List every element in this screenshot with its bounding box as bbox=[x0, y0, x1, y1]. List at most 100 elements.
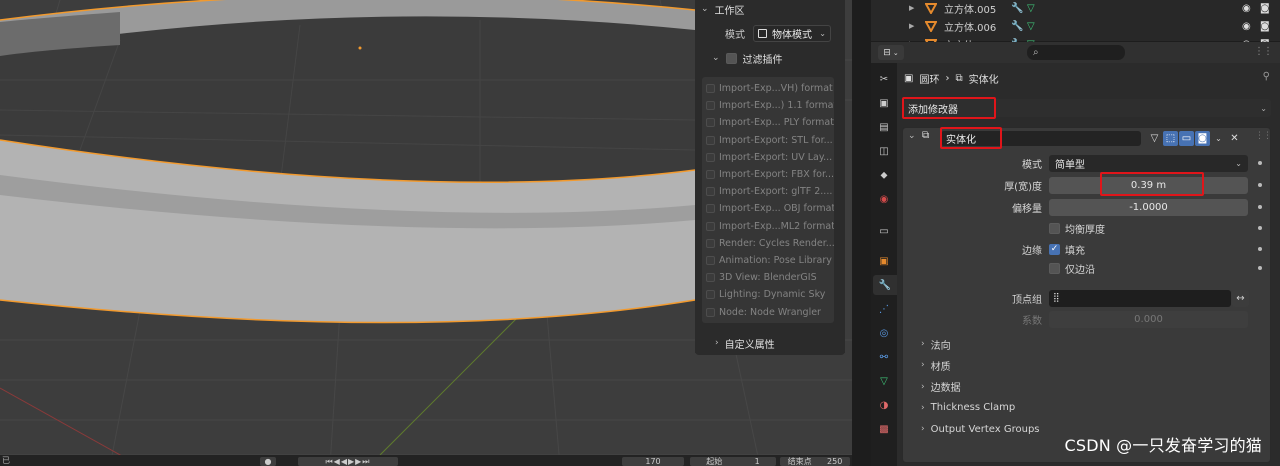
current-frame-field[interactable]: 170 bbox=[622, 457, 684, 466]
subpanel-header[interactable]: › 材质 bbox=[921, 357, 951, 373]
modifier-delete-button[interactable]: ✕ bbox=[1227, 131, 1242, 146]
tab-world[interactable]: ◉ bbox=[873, 189, 895, 209]
chevron-down-icon[interactable]: ⌄ bbox=[908, 131, 916, 141]
editor-type-button[interactable]: ⊟ ⌄ bbox=[878, 45, 904, 60]
addon-checkbox[interactable] bbox=[706, 238, 715, 248]
tab-scene[interactable]: ⬥ bbox=[873, 165, 895, 185]
addon-item[interactable]: Import-Export: FBX for... bbox=[702, 166, 834, 183]
addon-item[interactable]: 3D View: BlenderGIS bbox=[702, 269, 834, 286]
addon-checkbox[interactable] bbox=[706, 101, 715, 111]
addon-item[interactable]: Import-Exp... PLY format bbox=[702, 114, 834, 131]
thickness-field[interactable]: 0.39 m bbox=[1049, 176, 1248, 194]
area-divider[interactable] bbox=[852, 0, 871, 466]
addon-item[interactable]: Import-Export: UV Lay... bbox=[702, 149, 834, 166]
tab-physics[interactable]: ◎ bbox=[873, 323, 895, 343]
addon-checkbox[interactable] bbox=[706, 307, 715, 317]
addon-checkbox[interactable] bbox=[706, 273, 715, 283]
addon-item[interactable]: Node: Node Wrangler bbox=[702, 303, 834, 320]
end-frame-field[interactable]: 结束点 250 bbox=[780, 457, 850, 466]
modifier-menu-button[interactable]: ⌄ bbox=[1211, 131, 1226, 146]
keyframe-dot[interactable] bbox=[1258, 247, 1262, 251]
tab-data[interactable]: ▽ bbox=[873, 371, 895, 391]
addon-item[interactable]: Import-Exp...ML2 format bbox=[702, 218, 834, 235]
subpanel-header[interactable]: › Output Vertex Groups bbox=[921, 421, 1040, 437]
fill-rim-checkbox[interactable]: ✓ 填充 bbox=[1049, 242, 1085, 257]
keyframe-dot[interactable] bbox=[1258, 226, 1262, 230]
workspace-header[interactable]: ⌄ 工作区 bbox=[701, 2, 745, 17]
mesh-data-icon[interactable]: ▽ bbox=[1027, 21, 1035, 32]
drag-handle-icon[interactable]: ⋮⋮ bbox=[1255, 131, 1272, 141]
addon-checkbox[interactable] bbox=[706, 118, 715, 128]
filter-addons-checkbox[interactable] bbox=[725, 52, 737, 64]
mesh-data-icon[interactable]: ▽ bbox=[1027, 3, 1035, 14]
wrench-icon[interactable]: 🔧 bbox=[1011, 21, 1023, 32]
addon-checkbox[interactable] bbox=[706, 255, 715, 265]
drag-handle-icon[interactable]: ⋮⋮ bbox=[1254, 46, 1273, 57]
addon-checkbox[interactable] bbox=[706, 135, 715, 145]
tab-view-layer[interactable]: ◫ bbox=[873, 141, 895, 161]
vertex-group-field[interactable]: ⣿ bbox=[1049, 289, 1231, 307]
subpanel-header[interactable]: › 法向 bbox=[921, 336, 951, 352]
only-rim-checkbox[interactable]: 仅边沿 bbox=[1049, 261, 1095, 276]
add-modifier-dropdown[interactable]: 添加修改器 ⌄ bbox=[904, 99, 1271, 117]
start-frame-field[interactable]: 起始 1 bbox=[690, 457, 776, 466]
even-thickness-checkbox[interactable]: 均衡厚度 bbox=[1049, 221, 1105, 236]
factor-field[interactable]: 0.000 bbox=[1049, 310, 1248, 328]
addon-checkbox[interactable] bbox=[706, 170, 715, 180]
keyframe-dot[interactable] bbox=[1258, 161, 1262, 165]
eye-icon[interactable]: ◉ bbox=[1242, 3, 1251, 14]
addon-item[interactable]: Import-Exp...) 1.1 format bbox=[702, 97, 834, 114]
custom-properties-header[interactable]: › 自定义属性 bbox=[695, 333, 845, 353]
tab-particles[interactable]: ⋰ bbox=[873, 299, 895, 319]
properties-search[interactable]: ⌕ bbox=[1027, 45, 1125, 60]
offset-field[interactable]: -1.0000 bbox=[1049, 198, 1248, 216]
chevron-right-icon[interactable]: ▶ bbox=[909, 4, 914, 12]
addon-checkbox[interactable] bbox=[706, 187, 715, 197]
3d-viewport[interactable]: ⌄ 工作区 模式 物体模式 ⌄ ⌄ 过滤插件 Import-Exp...VH) … bbox=[0, 0, 852, 466]
camera-icon[interactable]: ◙ bbox=[1260, 21, 1270, 32]
addon-item[interactable]: Import-Exp... OBJ format bbox=[702, 200, 834, 217]
viewport-toggle[interactable]: ▭ bbox=[1179, 131, 1194, 146]
addon-item[interactable]: Animation: Pose Library bbox=[702, 252, 834, 269]
addon-item[interactable]: Render: Cycles Render... bbox=[702, 235, 834, 252]
addon-checkbox[interactable] bbox=[706, 290, 715, 300]
wrench-icon[interactable]: 🔧 bbox=[1011, 3, 1023, 14]
addon-item[interactable]: Import-Export: glTF 2.... bbox=[702, 183, 834, 200]
pin-icon[interactable]: ⚲ bbox=[1263, 71, 1270, 82]
addon-item[interactable]: Lighting: Dynamic Sky bbox=[702, 286, 834, 303]
keyframe-dot[interactable] bbox=[1258, 205, 1262, 209]
edit-cage-toggle[interactable]: ▽ bbox=[1147, 131, 1162, 146]
chevron-right-icon[interactable]: ▶ bbox=[909, 22, 914, 30]
tab-render[interactable]: ▣ bbox=[873, 93, 895, 113]
subpanel-header[interactable]: › Thickness Clamp bbox=[921, 400, 1015, 416]
addon-checkbox[interactable] bbox=[706, 221, 715, 231]
playback-controls[interactable]: ⏮◀◀▶▶⏭ bbox=[298, 457, 398, 466]
eye-icon[interactable]: ◉ bbox=[1242, 21, 1251, 32]
tab-texture[interactable]: ▩ bbox=[873, 419, 895, 439]
solidify-mode-dropdown[interactable]: 简单型 ⌄ bbox=[1049, 154, 1248, 172]
tab-material[interactable]: ◑ bbox=[873, 395, 895, 415]
subpanel-header[interactable]: › 边数据 bbox=[921, 379, 961, 395]
keyframe-dot[interactable] bbox=[1258, 183, 1262, 187]
record-button[interactable]: ● bbox=[260, 457, 276, 466]
addon-checkbox[interactable] bbox=[706, 84, 715, 94]
tab-collection[interactable]: ▭ bbox=[873, 221, 895, 241]
addon-checkbox[interactable] bbox=[706, 204, 715, 214]
tab-modifiers[interactable]: 🔧 bbox=[873, 275, 897, 295]
tab-tool[interactable]: ✂ bbox=[873, 69, 895, 89]
outliner-row[interactable]: ▶ 立方体.006 🔧 ▽ ◉ ◙ bbox=[871, 17, 1280, 35]
camera-icon[interactable]: ◙ bbox=[1260, 3, 1270, 14]
mode-dropdown[interactable]: 物体模式 ⌄ bbox=[753, 24, 831, 42]
addon-item[interactable]: Import-Exp...VH) format bbox=[702, 80, 834, 97]
outliner-row[interactable]: ▶ 立方体.005 🔧 ▽ ◉ ◙ bbox=[871, 0, 1280, 17]
render-toggle[interactable]: ◙ bbox=[1195, 131, 1210, 146]
tab-constraints[interactable]: ⚯ bbox=[873, 347, 895, 367]
invert-vertex-group-button[interactable]: ↔ bbox=[1232, 289, 1249, 307]
tab-object[interactable]: ▣ bbox=[873, 251, 895, 271]
tab-output[interactable]: ▤ bbox=[873, 117, 895, 137]
addon-item[interactable]: Import-Export: STL for... bbox=[702, 132, 834, 149]
modifier-name-field[interactable]: 实体化 bbox=[941, 131, 1141, 146]
keyframe-dot[interactable] bbox=[1258, 266, 1262, 270]
addon-checkbox[interactable] bbox=[706, 152, 715, 162]
edit-mode-toggle[interactable]: ⬚ bbox=[1163, 131, 1178, 146]
